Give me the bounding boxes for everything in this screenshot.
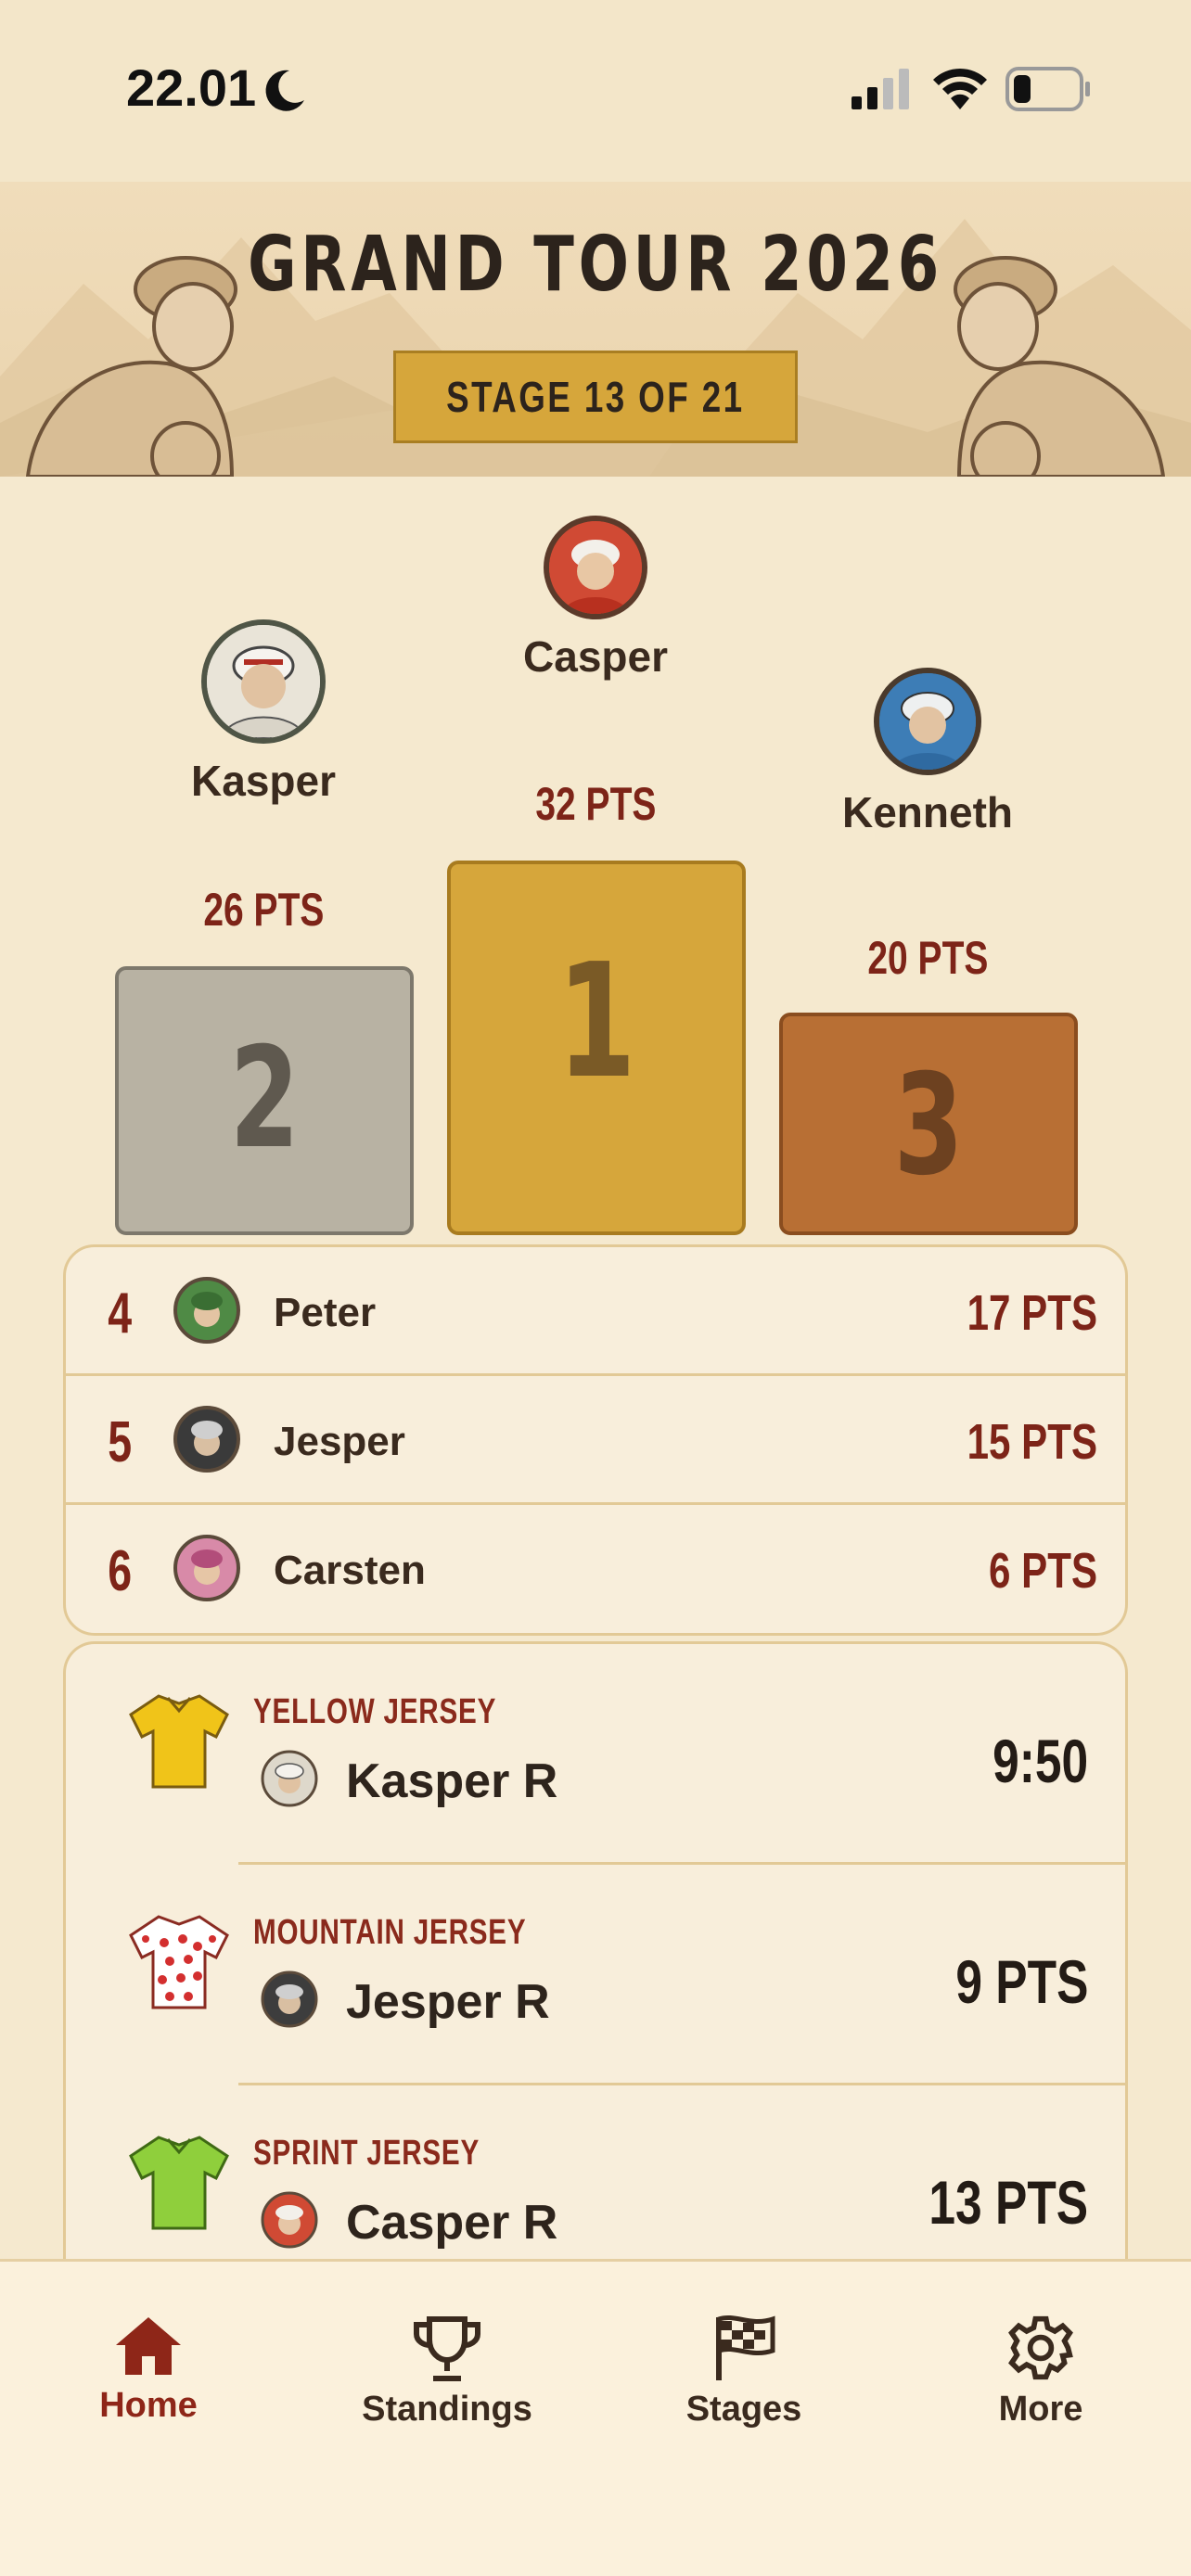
jersey-row-yellow[interactable]: YELLOW JERSEY Kasper R 9:50	[66, 1644, 1125, 1865]
podium-second-points-text: 26 PTS	[202, 884, 325, 936]
status-bar: 22.01	[0, 0, 1191, 182]
podium-third-points: 20 PTS	[779, 931, 1076, 985]
avatar	[874, 668, 981, 775]
rider-avatar-icon	[261, 2191, 318, 2249]
jersey-holder-name: Casper R	[346, 2196, 558, 2250]
rider-avatar-icon	[173, 1406, 240, 1473]
rank-number-text: 5	[108, 1410, 132, 1474]
jersey-type-text: MOUNTAIN JERSEY	[253, 1913, 527, 1952]
rider-avatar-icon	[173, 1277, 240, 1344]
rank-name: Peter	[274, 1290, 377, 1335]
avatar	[544, 516, 647, 619]
moon-icon	[265, 70, 304, 111]
ranking-row[interactable]: 4 Peter 17 PTS	[66, 1247, 1125, 1376]
rank-number: 6	[92, 1538, 147, 1604]
tab-label: Stages	[685, 2390, 802, 2429]
jersey-type-label: YELLOW JERSEY	[253, 1692, 565, 1732]
tab-home[interactable]: Home	[0, 2314, 297, 2426]
tab-standings[interactable]: Standings	[299, 2314, 596, 2429]
ranking-row[interactable]: 5 Jesper 15 PTS	[66, 1376, 1125, 1505]
jersey-type-label: MOUNTAIN JERSEY	[253, 1913, 603, 1953]
rider-avatar-icon	[261, 1750, 318, 1807]
rank-points-text: 6 PTS	[988, 1543, 1097, 1599]
rank-name: Jesper	[274, 1419, 405, 1464]
podium-block-third-rank: 3	[893, 1045, 964, 1206]
rider-avatar-icon	[879, 673, 976, 770]
tab-label: More	[998, 2390, 1083, 2429]
rank-number-text: 6	[108, 1539, 132, 1603]
podium-first-points-text: 32 PTS	[534, 778, 657, 830]
tab-label: Standings	[362, 2390, 532, 2429]
rider-avatar-icon	[207, 625, 320, 738]
rank-number: 5	[92, 1409, 147, 1475]
rank-points-text: 17 PTS	[967, 1285, 1097, 1341]
status-time: 22.01	[126, 58, 257, 117]
podium-third-name: Kenneth	[842, 788, 1013, 836]
podium-third-points-text: 20 PTS	[866, 932, 989, 984]
tour-banner: GRAND TOUR 2026 STAGE 13 OF 21	[0, 182, 1191, 477]
podium-block-first-rank: 1	[557, 930, 636, 1114]
podium-first-name: Casper	[523, 632, 668, 681]
jersey-row-mountain[interactable]: MOUNTAIN JERSEY Jesper R 9 PTS	[66, 1865, 1125, 2085]
rank-points-text: 15 PTS	[967, 1414, 1097, 1470]
avatar	[201, 619, 326, 744]
jersey-type-text: YELLOW JERSEY	[253, 1692, 497, 1731]
jersey-value-text: 9 PTS	[954, 1947, 1088, 2016]
polka-dot-jersey-icon	[129, 1915, 229, 2009]
ranking-list: 4 Peter 17 PTS 5 Jesper 15 PTS 6 Carsten…	[63, 1244, 1128, 1636]
podium-second-name: Kasper	[191, 757, 336, 805]
ranking-row[interactable]: 6 Carsten 6 PTS	[66, 1505, 1125, 1633]
tab-label: Home	[99, 2386, 198, 2425]
jersey-type-text: SPRINT JERSEY	[253, 2134, 480, 2173]
rider-avatar-icon	[549, 521, 642, 614]
rank-name: Carsten	[274, 1548, 426, 1593]
podium-block-second-rank: 2	[229, 1018, 300, 1180]
podium-third[interactable]: Kenneth	[779, 668, 1076, 837]
tab-more[interactable]: More	[892, 2314, 1189, 2429]
trophy-icon	[414, 2316, 480, 2381]
rank-number: 4	[92, 1281, 147, 1346]
stage-badge: STAGE 13 OF 21	[393, 351, 798, 443]
jersey-holder-name: Jesper R	[346, 1975, 550, 2029]
rank-points: 17 PTS	[930, 1284, 1097, 1342]
jersey-value-text: 9:50	[992, 1727, 1088, 1795]
yellow-jersey-icon	[129, 1694, 229, 1789]
rank-number-text: 4	[108, 1282, 132, 1345]
rider-avatar-icon	[261, 1970, 318, 2028]
jersey-holder-name: Kasper R	[346, 1754, 558, 1808]
tour-title: GRAND TOUR 2026	[248, 221, 943, 309]
podium-second-points: 26 PTS	[115, 883, 412, 937]
rank-points: 6 PTS	[958, 1542, 1097, 1600]
podium-block-second: 2	[115, 966, 414, 1235]
jersey-value: 9 PTS	[918, 1946, 1088, 2017]
gear-icon	[1008, 2315, 1073, 2380]
checkered-flag-icon	[716, 2315, 775, 2380]
podium-block-third: 3	[779, 1013, 1078, 1235]
podium-first-points: 32 PTS	[447, 777, 744, 831]
jersey-value: 13 PTS	[884, 2167, 1088, 2238]
jersey-type-label: SPRINT JERSEY	[253, 2134, 544, 2174]
tab-stages[interactable]: Stages	[596, 2314, 892, 2429]
podium-second[interactable]: Kasper	[115, 619, 412, 806]
green-jersey-icon	[129, 2136, 229, 2230]
jersey-value: 9:50	[966, 1726, 1088, 1796]
tab-bar: Home Standings Stages More	[0, 2259, 1191, 2576]
battery-icon	[1005, 67, 1090, 111]
stage-badge-label: STAGE 13 OF 21	[446, 373, 745, 421]
rank-points: 15 PTS	[930, 1413, 1097, 1471]
podium-first[interactable]: Casper	[447, 516, 744, 682]
podium-block-first: 1	[447, 861, 746, 1235]
jersey-leaders-card: YELLOW JERSEY Kasper R 9:50 MOUNTAIN JER…	[63, 1641, 1128, 2290]
rider-avatar-icon	[173, 1535, 240, 1601]
cellular-signal-icon	[852, 69, 909, 109]
home-icon	[116, 2317, 181, 2375]
wifi-icon	[933, 68, 987, 109]
jersey-value-text: 13 PTS	[928, 2168, 1088, 2237]
